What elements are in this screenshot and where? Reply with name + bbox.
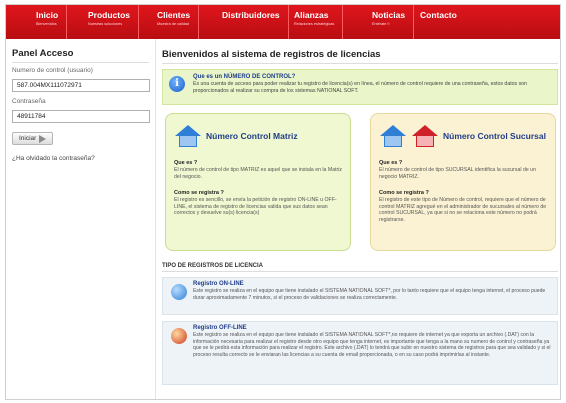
card-question: Como se registra ?	[174, 190, 224, 196]
online-title: Registro ON-LINE	[193, 281, 244, 287]
globe-icon	[171, 284, 187, 300]
arrow-right-icon	[39, 134, 47, 143]
nav-item-alianzas[interactable]: Alianzas Relaciones estratégicas	[286, 5, 344, 39]
nav-sublabel: Muestra de calidad	[157, 22, 190, 26]
nav-sublabel: Relaciones estratégicas	[294, 22, 335, 26]
nav-label: Noticias	[372, 10, 406, 20]
control-number-input[interactable]	[12, 79, 150, 92]
nav-label: Alianzas	[294, 10, 329, 20]
nav-item-inicio[interactable]: Inicio Bienvenidos	[28, 5, 68, 39]
top-nav: Inicio Bienvenidos Productos Nuestras so…	[6, 5, 560, 39]
nav-sublabel: Entérate !!	[372, 22, 390, 26]
nav-sublabel: Bienvenidos	[36, 22, 57, 26]
nav-item-clientes[interactable]: Clientes Muestra de calidad	[149, 5, 200, 39]
nav-sublabel: Nuestras soluciones	[88, 22, 123, 26]
control-number-info: i Que es un NÚMERO DE CONTROL? Es una cu…	[162, 69, 558, 105]
card-question: Como se registra ?	[379, 190, 429, 196]
info-icon: i	[169, 76, 185, 92]
page-title: Bienvenidos al sistema de registros de l…	[162, 49, 558, 64]
login-button-label: Iniciar	[19, 135, 37, 142]
nav-item-contacto[interactable]: Contacto	[412, 5, 465, 39]
matriz-card: Número Control Matriz Que es ? El número…	[165, 113, 351, 251]
card-answer: El registro es sencillo, se envía la pet…	[174, 197, 337, 216]
password-label: Contraseña	[12, 98, 46, 105]
offline-globe-icon	[171, 328, 187, 344]
offline-description: Este registro se realiza en el equipo qu…	[193, 332, 551, 358]
branch-house-icon	[411, 125, 439, 147]
nav-label: Productos	[88, 10, 131, 20]
card-question: Que es ?	[174, 160, 198, 166]
offline-registration: Registro OFF-LINE Este registro se reali…	[162, 321, 558, 385]
sucursal-card: Número Control Sucursal Que es ? El núme…	[370, 113, 556, 251]
nav-item-noticias[interactable]: Noticias Entérate !!	[364, 5, 415, 39]
nav-item-distribuidores[interactable]: Distribuidores	[214, 5, 289, 39]
nav-label: Distribuidores	[222, 10, 280, 20]
login-button[interactable]: Iniciar	[12, 132, 54, 145]
house-icon	[174, 125, 202, 147]
info-answer: Es una cuenta de acceso para poder reali…	[193, 81, 527, 94]
house-icon	[379, 125, 407, 147]
card-answer: El número de control de tipo MATRIZ es a…	[174, 167, 343, 180]
nav-label: Clientes	[157, 10, 191, 20]
offline-title: Registro OFF-LINE	[193, 325, 247, 331]
password-input[interactable]	[12, 110, 150, 123]
nav-item-productos[interactable]: Productos Nuestras soluciones	[80, 5, 140, 39]
control-number-label: Numero de control (usuario)	[12, 67, 93, 74]
page-frame: Inicio Bienvenidos Productos Nuestras so…	[5, 4, 561, 400]
section-title: TIPO DE REGISTROS DE LICENCIA	[162, 263, 558, 272]
card-answer: El número de control de tipo SUCURSAL id…	[379, 167, 536, 180]
forgot-password-link[interactable]: ¿Ha olvidado la contraseña?	[12, 155, 149, 162]
card-answer: El registro de este tipo de Número de co…	[379, 197, 547, 223]
info-question: Que es un NÚMERO DE CONTROL?	[193, 74, 296, 80]
card-question: Que es ?	[379, 160, 403, 166]
nav-label: Contacto	[420, 10, 457, 20]
card-title: Número Control Sucursal	[443, 131, 546, 141]
card-title: Número Control Matriz	[206, 131, 298, 141]
login-panel: Panel Acceso Numero de control (usuario)…	[6, 39, 156, 399]
main-content: Bienvenidos al sistema de registros de l…	[162, 39, 558, 399]
login-panel-title: Panel Acceso	[12, 48, 149, 63]
nav-label: Inicio	[36, 10, 59, 20]
online-description: Este registro se realiza en el equipo qu…	[193, 288, 546, 301]
online-registration: Registro ON-LINE Este registro se realiz…	[162, 277, 558, 315]
